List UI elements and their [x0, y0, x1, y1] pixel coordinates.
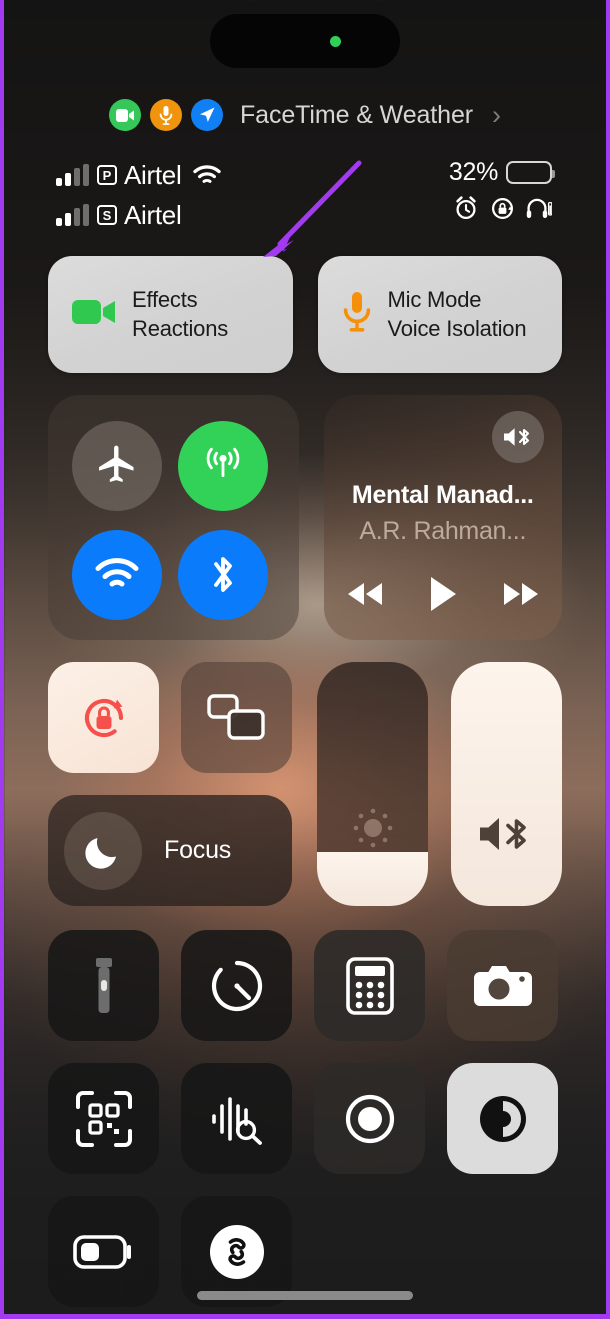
playback-controls	[324, 575, 563, 618]
code-scanner-tile[interactable]	[48, 1063, 159, 1174]
now-playing-artist: A.R. Rahman...	[359, 517, 527, 545]
shazam-icon	[209, 1224, 264, 1279]
carrier-name-primary: Airtel	[124, 159, 182, 190]
microphone-in-use-icon	[149, 99, 182, 131]
wifi-toggle[interactable]	[72, 530, 162, 620]
small-tiles-row	[48, 662, 292, 773]
sim-tag-secondary: S	[97, 205, 117, 225]
qr-code-scanner-icon	[75, 1090, 132, 1147]
focus-icon-circle	[64, 811, 142, 890]
effects-banner-subtitle: Reactions	[132, 316, 229, 341]
middle-row: Focus	[48, 662, 562, 906]
battery-icon	[506, 161, 555, 184]
brightness-slider-fill	[317, 852, 428, 906]
battery-status: 32%	[448, 158, 555, 187]
sim-row-secondary: S Airtel	[56, 198, 222, 232]
calculator-icon	[345, 956, 394, 1015]
green-recording-dot	[329, 35, 341, 47]
flashlight-tile[interactable]	[48, 930, 159, 1041]
control-center: Effects Reactions Mic Mode Voice Isolati…	[48, 256, 562, 1307]
signal-bars-icon	[56, 164, 89, 186]
rewind-button[interactable]	[344, 579, 386, 614]
sound-recognition-tile[interactable]	[181, 1063, 292, 1174]
focus-tile[interactable]: Focus	[48, 795, 292, 906]
sim-tag-primary: P	[97, 165, 117, 185]
video-camera-icon	[72, 298, 116, 331]
battery-percent-label: 32%	[448, 158, 498, 186]
brightness-sun-icon	[317, 802, 428, 854]
airplane-mode-toggle[interactable]	[72, 421, 162, 511]
effects-banner[interactable]: Effects Reactions	[48, 256, 293, 373]
bluetooth-icon	[214, 557, 232, 592]
low-power-mode-tile[interactable]	[48, 1196, 159, 1307]
wifi-icon	[193, 165, 222, 183]
dark-mode-tile[interactable]	[447, 1063, 558, 1174]
location-in-use-icon	[190, 99, 223, 131]
focus-label: Focus	[164, 836, 232, 864]
calculator-tile[interactable]	[314, 930, 425, 1041]
call-controls-row: Effects Reactions Mic Mode Voice Isolati…	[48, 256, 562, 373]
microphone-icon	[342, 291, 372, 338]
cellular-antenna-icon	[206, 447, 240, 477]
home-indicator	[197, 1291, 413, 1300]
camera-tile[interactable]	[447, 930, 558, 1041]
volume-slider-fill	[451, 662, 562, 906]
privacy-banner[interactable]: FaceTime & Weather ›	[4, 92, 606, 138]
headphones-battery-icon	[526, 198, 552, 218]
sliders-group	[317, 662, 562, 906]
module-row: Mental Manad... A.R. Rahman...	[48, 395, 562, 640]
rotation-lock-icon	[84, 698, 123, 737]
wifi-icon	[95, 558, 139, 587]
bluetooth-toggle[interactable]	[178, 530, 268, 620]
utility-grid	[48, 930, 562, 1307]
rotation-lock-tile[interactable]	[48, 662, 159, 773]
alarm-clock-icon	[456, 196, 476, 220]
signal-bars-icon	[56, 204, 89, 226]
crescent-moon-icon	[85, 837, 116, 869]
chevron-right-icon[interactable]: ›	[492, 101, 501, 129]
brightness-slider[interactable]	[317, 662, 428, 906]
privacy-banner-title: FaceTime & Weather	[239, 100, 473, 129]
phone-screen: FaceTime & Weather › P Airtel S Airtel 3…	[0, 0, 610, 1319]
status-bar-right: 32%	[448, 158, 555, 244]
flashlight-icon	[95, 957, 112, 1013]
mic-mode-banner-subtitle: Voice Isolation	[387, 316, 527, 341]
status-bar: P Airtel S Airtel 32%	[4, 158, 606, 244]
status-bar-left: P Airtel S Airtel	[56, 158, 222, 244]
screen-recording-tile[interactable]	[314, 1063, 425, 1174]
effects-banner-title: Effects	[132, 287, 198, 312]
screen-mirroring-icon	[206, 693, 265, 740]
mic-mode-banner[interactable]: Mic Mode Voice Isolation	[317, 256, 562, 373]
audio-route-button[interactable]	[492, 411, 544, 463]
contrast-circle-icon	[479, 1095, 526, 1142]
now-playing-module: Mental Manad... A.R. Rahman...	[323, 395, 563, 640]
screen-mirroring-tile[interactable]	[181, 662, 292, 773]
mic-mode-banner-title: Mic Mode	[387, 287, 482, 312]
timer-icon	[211, 960, 262, 1011]
now-playing-title: Mental Manad...	[351, 481, 534, 509]
screen-record-icon	[345, 1094, 394, 1143]
play-button[interactable]	[428, 575, 458, 618]
rotation-lock-icon	[492, 197, 513, 219]
dynamic-island	[210, 14, 400, 68]
battery-icon	[72, 1234, 131, 1269]
volume-slider[interactable]	[451, 662, 562, 906]
camera-icon	[473, 965, 532, 1006]
sim-row-primary: P Airtel	[56, 158, 222, 192]
timer-tile[interactable]	[181, 930, 292, 1041]
middle-left-group: Focus	[48, 662, 292, 906]
speaker-bluetooth-icon	[504, 428, 530, 446]
connectivity-module	[48, 395, 299, 640]
cellular-data-toggle[interactable]	[178, 421, 268, 511]
fast-forward-button[interactable]	[500, 579, 542, 614]
status-icons	[453, 195, 552, 221]
sound-recognition-icon	[211, 1096, 262, 1145]
speaker-bluetooth-icon	[451, 814, 562, 854]
carrier-name-secondary: Airtel	[124, 199, 182, 230]
airplane-icon	[99, 445, 134, 482]
camera-in-use-icon	[108, 99, 141, 131]
